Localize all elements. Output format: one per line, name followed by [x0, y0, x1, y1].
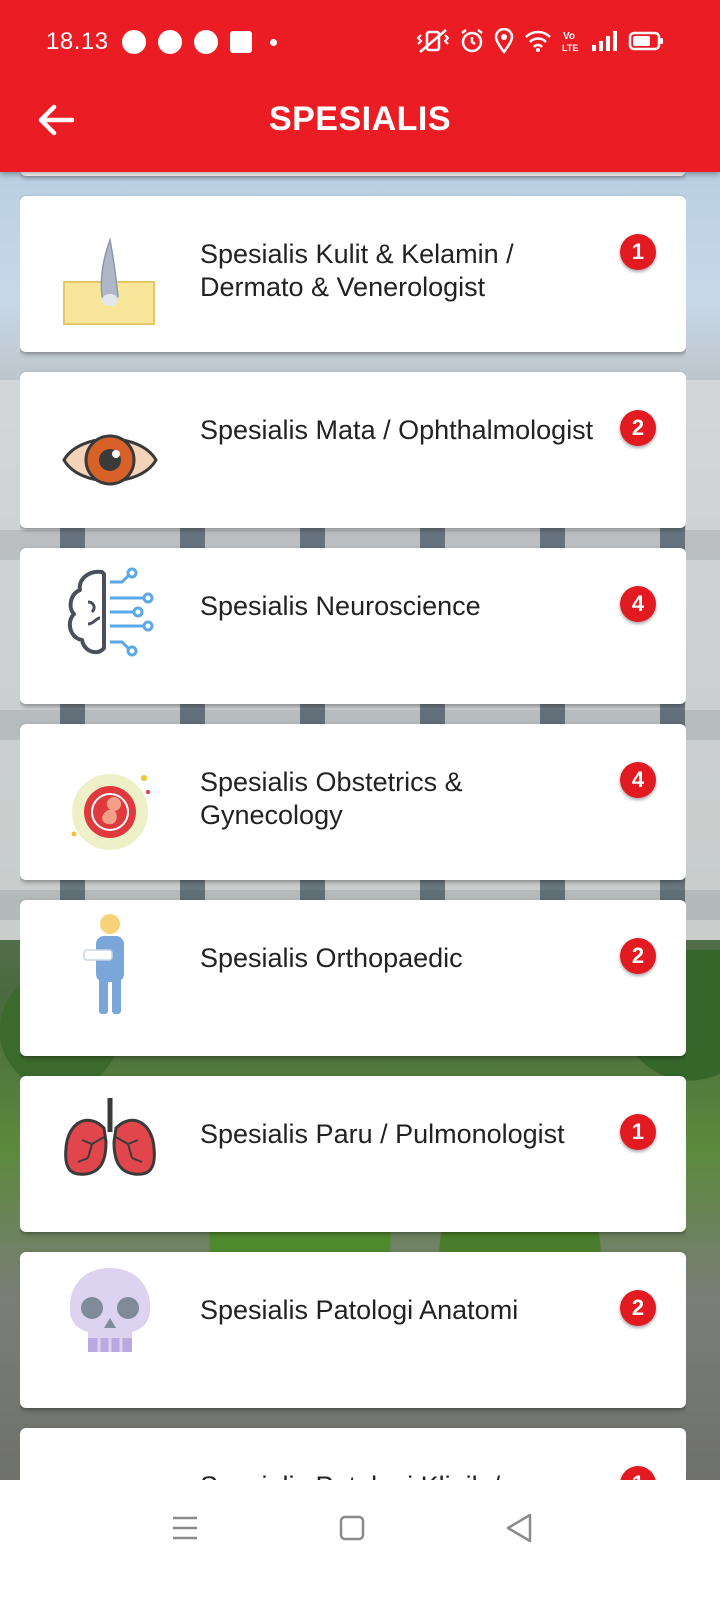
- specialist-card-clinical-pathology[interactable]: Spesialis Patologi Klinik / 1: [20, 1428, 686, 1480]
- battery-icon: [628, 31, 663, 51]
- specialist-card-ophthalmology[interactable]: Spesialis Mata / Ophthalmologist 2: [20, 372, 686, 528]
- status-bar: 18.13 Vo LTE: [0, 0, 720, 86]
- specialist-label: Spesialis Obstetrics & Gynecology: [200, 767, 463, 830]
- app-bar: SPESIALIS: [0, 86, 720, 172]
- skull-icon: [69, 1268, 151, 1352]
- eye-icon: [62, 434, 158, 486]
- doctor-count-badge: 2: [620, 1290, 656, 1326]
- specialist-card-pulmonology[interactable]: Spesialis Paru / Pulmonologist 1: [20, 1076, 686, 1232]
- specialist-card-anatomic-pathology[interactable]: Spesialis Patologi Anatomi 2: [20, 1252, 686, 1408]
- menu-icon[interactable]: [165, 1508, 205, 1548]
- line-icon: [122, 30, 146, 54]
- svg-text:LTE: LTE: [562, 43, 578, 53]
- lungs-icon: [64, 1098, 156, 1176]
- specialist-label: Spesialis Patologi Anatomi: [200, 1295, 519, 1325]
- specialist-label: Spesialis Kulit & Kelamin / Dermato & Ve…: [200, 239, 514, 302]
- notification-icons: [122, 30, 277, 54]
- status-time: 18.13: [46, 28, 109, 55]
- doctor-count-badge: 4: [620, 586, 656, 622]
- doctor-count-badge: 2: [620, 938, 656, 974]
- alarm-icon: [461, 29, 483, 53]
- fetus-icon: [71, 774, 150, 850]
- brain-circuit-icon: [67, 567, 154, 657]
- list-item-partial-top[interactable]: [20, 172, 686, 176]
- hair-follicle-icon: [63, 237, 155, 325]
- top-bar: 18.13 Vo LTE SPESIALIS: [0, 0, 720, 172]
- doctor-count-badge: 4: [620, 762, 656, 798]
- specialist-label: Spesialis Patologi Klinik /: [200, 1470, 600, 1480]
- lab-hand-icon: [58, 1464, 162, 1480]
- specialist-label: Spesialis Paru / Pulmonologist: [200, 1119, 565, 1149]
- specialist-card-orthopaedic[interactable]: Spesialis Orthopaedic 2: [20, 900, 686, 1056]
- page-title: SPESIALIS: [268, 100, 452, 138]
- specialist-card-neuroscience[interactable]: Spesialis Neuroscience 4: [20, 548, 686, 704]
- specialist-card-dermatology[interactable]: Spesialis Kulit & Kelamin / Dermato & Ve…: [20, 196, 686, 352]
- doctor-count-badge: 1: [620, 234, 656, 270]
- system-nav-bar: [0, 1480, 720, 1600]
- specialist-label: Spesialis Mata / Ophthalmologist: [200, 415, 594, 445]
- notification-dot-icon: [270, 38, 277, 46]
- location-icon: [494, 28, 514, 54]
- discord-icon: [158, 30, 182, 54]
- doctor-count-badge: 1: [620, 1466, 656, 1480]
- wifi-icon: [525, 30, 551, 52]
- doctor-count-badge: 2: [620, 410, 656, 446]
- volte-icon: VoLTE: [562, 31, 578, 53]
- specialist-list[interactable]: Spesialis Kulit & Kelamin / Dermato & Ve…: [20, 172, 686, 1480]
- messenger-icon: [194, 30, 218, 54]
- svg-text:Vo: Vo: [563, 31, 575, 42]
- specialist-label: Spesialis Orthopaedic: [200, 943, 463, 973]
- specialist-label: Spesialis Neuroscience: [200, 591, 481, 621]
- signal-icon: [592, 31, 617, 51]
- facebook-icon: [230, 31, 252, 53]
- system-icons: Vo LTE: [416, 28, 664, 54]
- doctor-count-badge: 1: [620, 1114, 656, 1150]
- back-triangle-icon[interactable]: [500, 1508, 540, 1548]
- specialist-card-obgyn[interactable]: Spesialis Obstetrics & Gynecology 4: [20, 724, 686, 880]
- home-square-icon[interactable]: [332, 1508, 372, 1548]
- vibrate-icon: [416, 29, 450, 53]
- person-arm-sling-icon: [83, 914, 124, 1014]
